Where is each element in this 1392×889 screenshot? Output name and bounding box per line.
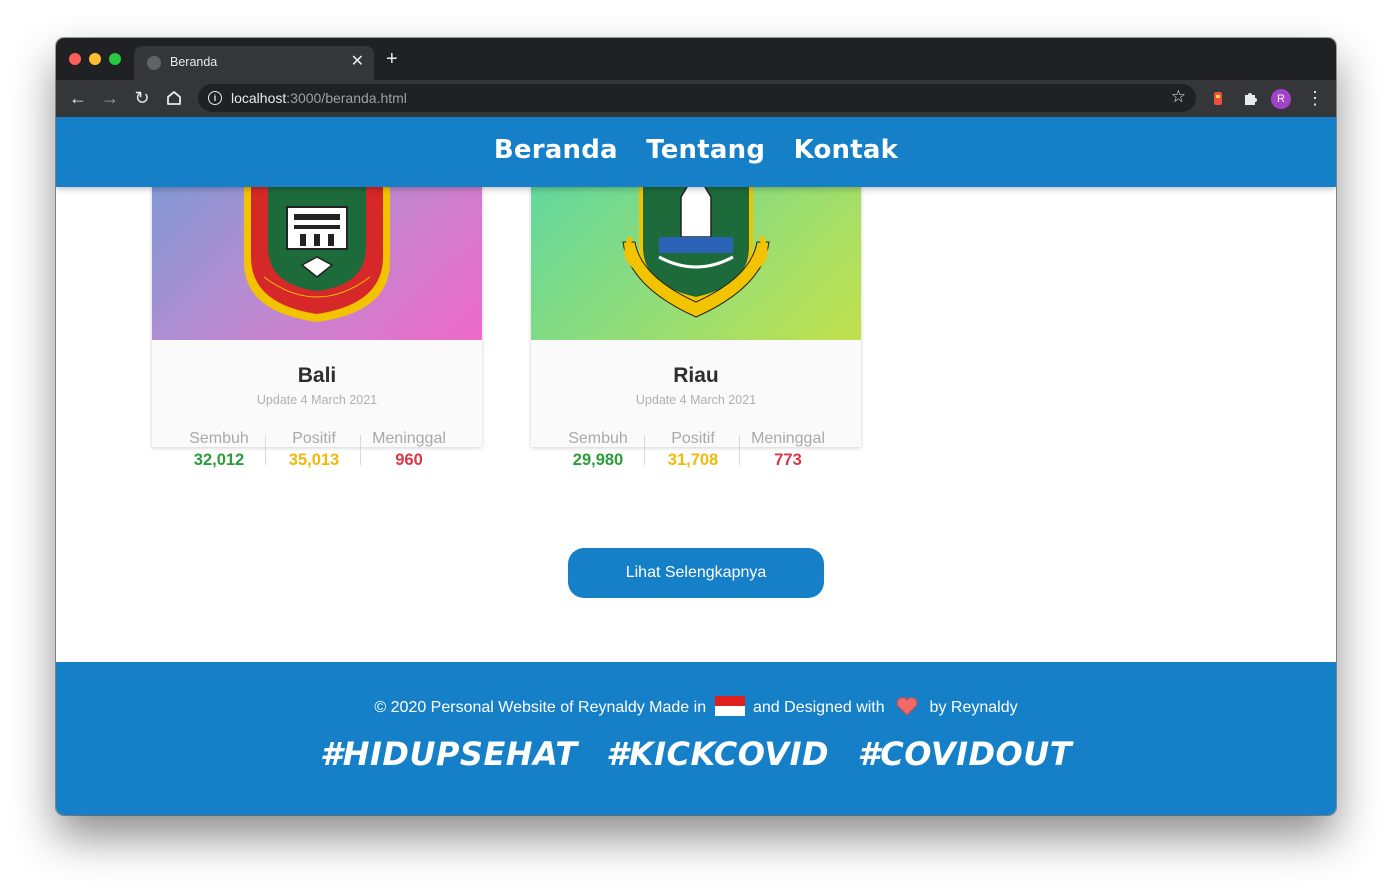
new-tab-icon[interactable]: + [386,49,398,69]
site-footer: © 2020 Personal Website of Reynaldy Made… [56,662,1336,815]
puzzle-icon[interactable] [1241,89,1259,107]
stat-label: Sembuh [189,430,249,447]
card-update-date: Update 4 March 2021 [256,393,378,407]
hashtag: #HIDUPSEHAT [319,735,578,773]
stat-sembuh: Sembuh 29,980 [551,430,645,470]
footer-text: © 2020 Personal Website of Reynaldy Made… [374,699,707,716]
profile-avatar[interactable]: R [1271,89,1291,109]
divider [739,435,740,465]
stat-value: 32,012 [193,451,245,469]
menu-icon[interactable]: ⋮ [1306,86,1324,110]
indonesia-flag-icon [714,696,745,716]
nav-link-beranda[interactable]: Beranda [494,135,618,165]
stat-label: Sembuh [568,430,628,447]
home-icon[interactable] [162,86,186,110]
hashtag: #KICKCOVID [606,735,830,773]
card-title: Bali [297,364,337,387]
stat-label: Positif [292,430,336,447]
minimize-window-button[interactable] [89,53,101,65]
stat-positif: Positif 31,708 [646,430,740,470]
zoom-window-button[interactable] [109,53,121,65]
stat-label: Meninggal [372,430,446,447]
browser-window: Beranda ✕ + ← → ↻ i localhost:3000/beran… [56,38,1336,815]
address-bar[interactable]: i localhost:3000/beranda.html ☆ [198,84,1196,112]
card-title: Riau [673,364,719,387]
back-icon[interactable]: ← [66,86,90,110]
stat-label: Meninggal [751,430,825,447]
bookmark-star-icon[interactable]: ☆ [1171,87,1186,107]
site-navbar: Beranda Tentang Kontak [56,117,1336,187]
footer-credit: © 2020 Personal Website of Reynaldy Made… [56,696,1336,717]
stat-value: 773 [774,451,802,469]
stat-sembuh: Sembuh 32,012 [172,430,266,470]
extension-icon[interactable] [1209,89,1227,107]
hashtag: #COVIDOUT [857,735,1073,773]
footer-text: and Designed with [753,699,885,716]
divider [644,435,645,465]
title-bar: Beranda ✕ + [56,38,1336,80]
stat-meninggal: Meninggal 773 [741,430,835,470]
url-text[interactable]: localhost:3000/beranda.html [231,90,407,106]
reload-icon[interactable]: ↻ [130,86,154,110]
stat-value: 960 [395,451,423,469]
stat-value: 31,708 [667,451,719,469]
tab-title: Beranda [170,55,218,69]
divider [360,435,361,465]
nav-link-tentang[interactable]: Tentang [646,135,765,165]
nav-link-kontak[interactable]: Kontak [794,135,899,165]
stat-positif: Positif 35,013 [267,430,361,470]
stat-value: 29,980 [572,451,624,469]
browser-tab[interactable]: Beranda ✕ [134,46,374,80]
page-viewport: Beranda Tentang Kontak Bali Update 4 Mar… [56,117,1336,815]
globe-icon [147,56,161,70]
card-update-date: Update 4 March 2021 [635,393,757,407]
browser-toolbar: ← → ↻ i localhost:3000/beranda.html ☆ R … [56,80,1336,117]
stat-label: Positif [671,430,715,447]
hashtag-row: #HIDUPSEHAT #KICKCOVID #COVIDOUT [56,735,1336,773]
forward-icon[interactable]: → [98,86,122,110]
stat-meninggal: Meninggal 960 [362,430,456,470]
divider [265,435,266,465]
footer-text: by Reynaldy [929,699,1018,716]
see-more-button[interactable]: Lihat Selengkapnya [568,548,824,598]
heart-icon [896,697,918,716]
close-window-button[interactable] [69,53,81,65]
info-icon[interactable]: i [208,91,222,105]
close-tab-icon[interactable]: ✕ [351,52,364,72]
stat-value: 35,013 [288,451,340,469]
